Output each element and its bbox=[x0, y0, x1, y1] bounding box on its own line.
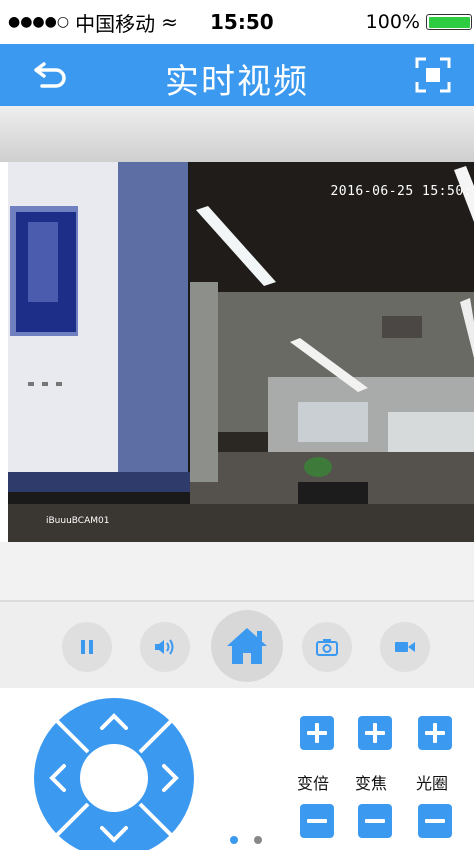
record-button[interactable] bbox=[380, 622, 430, 672]
page-indicator-dot[interactable] bbox=[254, 836, 262, 844]
volume-button[interactable] bbox=[140, 622, 190, 672]
carrier-name: 中国移动 bbox=[75, 11, 156, 36]
video-header-band bbox=[0, 106, 474, 162]
focus-label: 变焦 bbox=[355, 774, 388, 793]
battery-icon bbox=[426, 14, 472, 30]
pause-icon bbox=[81, 640, 93, 654]
minus-icon bbox=[307, 819, 327, 823]
focus-out-button[interactable] bbox=[358, 804, 392, 838]
status-left: ●●●●○ 中国移动 ≈ bbox=[8, 8, 198, 37]
home-icon bbox=[227, 628, 267, 664]
page-indicator-dot-active[interactable] bbox=[230, 836, 238, 844]
wifi-icon: ≈ bbox=[161, 10, 178, 34]
record-icon bbox=[395, 642, 415, 652]
minus-icon bbox=[365, 819, 385, 823]
snapshot-button[interactable] bbox=[302, 622, 352, 672]
nav-bar: 实时视频 bbox=[0, 44, 474, 106]
video-timestamp: 2016-06-25 15:50: bbox=[330, 184, 472, 199]
minus-icon bbox=[425, 819, 445, 823]
fullscreen-icon bbox=[415, 57, 451, 93]
iris-close-button[interactable] bbox=[418, 804, 452, 838]
battery-percent: 100% bbox=[365, 11, 420, 33]
video-frame bbox=[8, 162, 474, 542]
signal-strength: ●●●●○ bbox=[8, 14, 70, 30]
status-bar: ●●●●○ 中国移动 ≈ 15:50 100% bbox=[0, 0, 474, 44]
iris-open-button[interactable] bbox=[418, 716, 452, 750]
home-button[interactable] bbox=[211, 610, 283, 682]
zoom-out-button[interactable] bbox=[300, 804, 334, 838]
ptz-controls: 变倍 变焦 光圈 bbox=[0, 688, 474, 850]
pause-button[interactable] bbox=[62, 622, 112, 672]
zoom-in-button[interactable] bbox=[300, 716, 334, 750]
camera-icon bbox=[316, 639, 338, 656]
status-time: 15:50 bbox=[210, 10, 274, 34]
live-video-view[interactable]: 2016-06-25 15:50: iBuuuBCAM01 bbox=[8, 162, 474, 542]
focus-in-button[interactable] bbox=[358, 716, 392, 750]
direction-pad bbox=[34, 698, 194, 850]
playback-toolbar bbox=[0, 602, 474, 688]
volume-icon bbox=[155, 639, 174, 655]
fullscreen-button[interactable] bbox=[414, 56, 452, 94]
camera-name-overlay: iBuuuBCAM01 bbox=[46, 516, 110, 526]
iris-label: 光圈 bbox=[416, 774, 449, 793]
zoom-label: 变倍 bbox=[297, 774, 330, 793]
video-footer-area bbox=[0, 542, 474, 602]
status-right: 100% bbox=[366, 11, 472, 33]
page-title: 实时视频 bbox=[165, 62, 309, 102]
